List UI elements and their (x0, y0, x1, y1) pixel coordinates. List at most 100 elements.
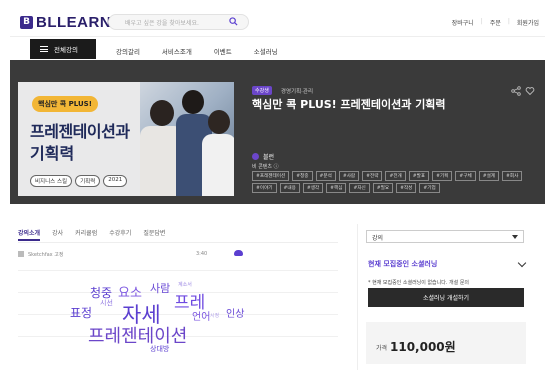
thumb-tag: 핵심만 콕 PLUS! (32, 96, 98, 112)
heart-icon[interactable] (525, 86, 535, 96)
course-hero: 핵심만 콕 PLUS! 프레젠테이션과 기획력 비지니스 스킬 기획력 2021… (10, 60, 545, 204)
person-body (202, 134, 234, 196)
person-head (182, 90, 204, 114)
word-cloud: 청중 요소 사람 계소서 프레 표정 시선 자세 언어 인상 시정 프레젠테이션… (18, 262, 338, 362)
course-title: 핵심만 콕 PLUS! 프레젠테이션과 기획력 (252, 98, 446, 111)
tag-chip[interactable]: #발표 (408, 171, 430, 181)
option-select[interactable]: 강의 (366, 230, 524, 243)
course-category: 경영기획·관리 (280, 88, 314, 95)
tag-chip[interactable]: #자신 (349, 183, 370, 193)
chevron-down-icon (512, 235, 518, 239)
tag-chip[interactable]: #작성 (396, 183, 417, 193)
tab-instructor[interactable]: 강사 (52, 228, 63, 241)
tag-chip[interactable]: #사람 (338, 171, 360, 181)
tag-list: #프레젠테이션 #청중 #분석 #사람 #전략 #전개 #발표 #기획 #구체 #설계 #회사 #이야… (252, 171, 536, 193)
people-photo (140, 82, 234, 196)
tags-label: 비 콘텐츠 ⓘ (252, 164, 279, 170)
divider (18, 270, 338, 271)
cloud-icon (234, 250, 243, 256)
course-badge: 수강생 (252, 86, 272, 95)
tag-chip[interactable]: #설계 (478, 171, 500, 181)
tab-qna[interactable]: 질문답변 (143, 228, 165, 241)
word-cloud-term: 계소서 (178, 282, 192, 288)
tab-intro[interactable]: 강의소개 (18, 228, 41, 241)
search-icon[interactable] (229, 17, 238, 26)
person-head (208, 110, 230, 134)
tab-reviews[interactable]: 수강후기 (109, 228, 131, 241)
video-title: Sketchfax 고정 (28, 251, 64, 258)
tag-chip[interactable]: #내용 (279, 183, 300, 193)
price-value: 110,000원 (390, 340, 456, 354)
word-cloud-term: 언어 (192, 312, 211, 323)
tag-chip[interactable]: #핵심 (326, 183, 347, 193)
search-input[interactable]: 배우고 싶은 강을 찾아보세요. (108, 14, 249, 30)
order-link[interactable]: 주문 (490, 18, 501, 27)
menu-icon (40, 46, 48, 52)
tag-chip[interactable]: #구체 (455, 171, 476, 181)
all-courses-button[interactable]: 전체강의 (30, 39, 96, 59)
word-cloud-term: 사람 (150, 283, 171, 295)
thumb-chip: 비지니스 스킬 (30, 175, 73, 187)
word-cloud-term: 표정 (70, 306, 93, 320)
social-learning-title[interactable]: 현재 모집중인 소셜러닝 (368, 259, 437, 269)
logo-mark-icon: B (20, 15, 33, 29)
word-cloud-term: 프레젠테이션 (88, 326, 188, 346)
nav-item-service[interactable]: 서비스조개 (162, 46, 192, 56)
site-header: B BLLEARN 배우고 싶은 강을 찾아보세요. 장바구니 | 주문 | 회… (10, 6, 545, 36)
top-links: 장바구니 | 주문 | 회원가입 (452, 18, 539, 27)
tag-chip[interactable]: #기업 (419, 183, 440, 193)
divider: | (480, 18, 483, 25)
person-head (150, 100, 174, 126)
price-label: 가격 (376, 345, 388, 352)
course-tabs: 강의소개 강사 커리큘럼 수강후기 질문답변 (18, 228, 165, 241)
signup-link[interactable]: 회원가입 (517, 18, 539, 27)
nav-items: 강의갈리 서비스조개 이벤트 소셜러닝 (116, 46, 278, 56)
word-cloud-term: 시정 (210, 313, 220, 319)
author-name: 블런 (263, 154, 275, 161)
thumb-chips: 비지니스 스킬 기획력 2021 (30, 175, 128, 187)
logo-text: BLLEARN (36, 13, 112, 31)
site-logo[interactable]: B BLLEARN (20, 13, 112, 31)
tab-curriculum[interactable]: 커리큘럼 (75, 228, 97, 241)
video-row[interactable]: Sketchfax 고정 3:40 (18, 249, 338, 259)
share-icon[interactable] (511, 86, 521, 96)
thumb-chip: 기획력 (75, 175, 101, 187)
tag-chip[interactable]: #프레젠테이션 (252, 171, 290, 181)
word-cloud-term: 인상 (226, 309, 245, 320)
tag-chip[interactable]: #전개 (385, 171, 406, 181)
tag-chip[interactable]: #회사 (502, 171, 523, 181)
tag-chip[interactable]: #청중 (292, 171, 313, 181)
thumb-title-line2: 기획력 (30, 144, 75, 163)
tab-divider (18, 242, 338, 243)
nav-item-courses[interactable]: 강의갈리 (116, 46, 140, 56)
page: B BLLEARN 배우고 싶은 강을 찾아보세요. 장바구니 | 주문 | 회… (0, 0, 547, 370)
main-nav: 전체강의 강의갈리 서비스조개 이벤트 소셜러닝 (10, 36, 545, 60)
course-author[interactable]: 블런 (252, 152, 274, 161)
divider (18, 314, 338, 315)
all-courses-label: 전체강의 (54, 46, 78, 54)
divider: | (507, 18, 510, 25)
nav-item-social[interactable]: 소셜러닝 (254, 46, 278, 56)
tag-chip[interactable]: #분석 (315, 171, 336, 181)
thumb-chip: 2021 (103, 175, 128, 187)
word-cloud-term: 상대방 (150, 346, 170, 353)
video-icon (18, 251, 24, 257)
option-select-value: 강의 (372, 235, 384, 242)
chevron-down-icon[interactable] (517, 258, 527, 268)
search-placeholder: 배우고 싶은 강을 찾아보세요. (125, 20, 199, 27)
tag-chip[interactable]: #이야기 (252, 183, 277, 193)
tag-chip[interactable]: #생각 (302, 183, 324, 193)
tag-chip[interactable]: #기획 (432, 171, 453, 181)
create-social-learning-button[interactable]: 소셜러닝 개설하기 (368, 288, 524, 307)
tag-chip[interactable]: #전략 (362, 171, 383, 181)
cart-link[interactable]: 장바구니 (452, 18, 474, 27)
nav-item-events[interactable]: 이벤트 (214, 46, 232, 56)
video-time: 3:40 (196, 251, 208, 257)
price-box: 가격 110,000원 (366, 322, 526, 364)
word-cloud-term: 시선 (100, 300, 113, 307)
course-thumbnail: 핵심만 콕 PLUS! 프레젠테이션과 기획력 비지니스 스킬 기획력 2021 (18, 82, 234, 196)
purchase-sidebar: 강의 현재 모집중인 소셜러닝 * 현재 모집중인 소셜러닝이 없습니다. 개설… (357, 224, 535, 370)
tag-chip[interactable]: #필요 (372, 183, 394, 193)
author-avatar (252, 153, 259, 160)
thumb-title-line1: 프레젠테이션과 (30, 122, 130, 141)
